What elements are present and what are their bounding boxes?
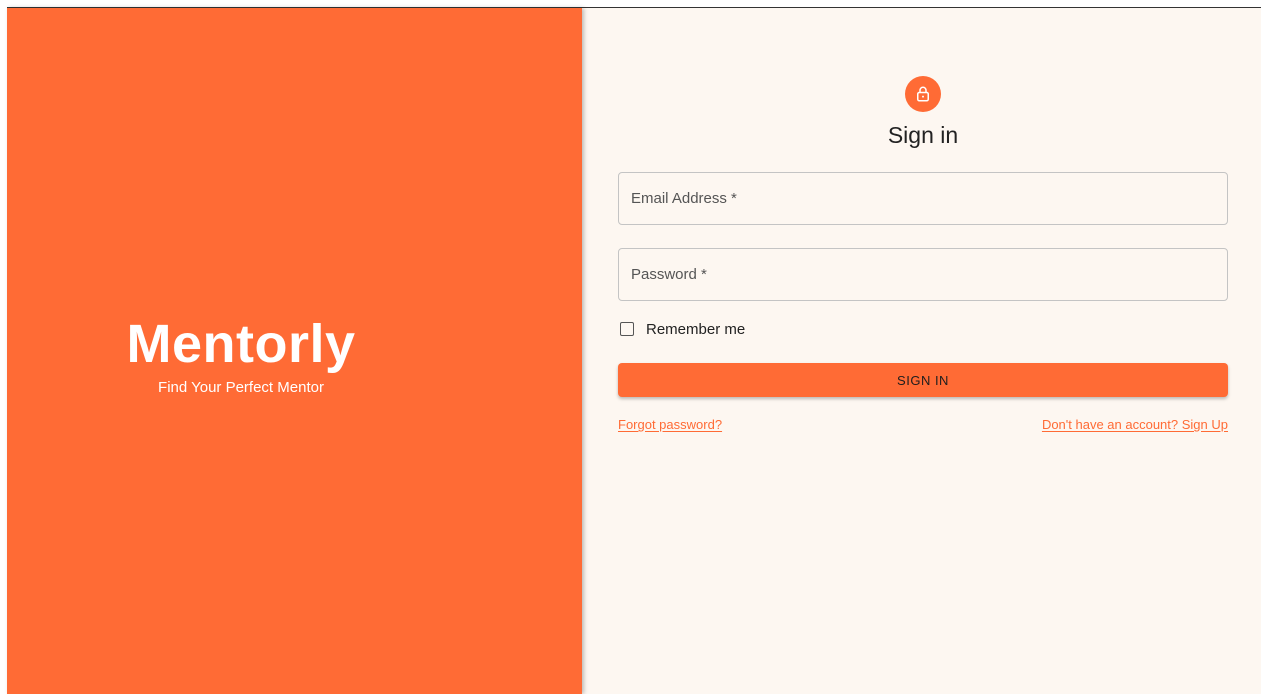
signin-form: Sign in Email Address * Password * Remem…	[618, 76, 1228, 432]
page-title: Sign in	[887, 122, 959, 148]
remember-me-checkbox[interactable]	[620, 322, 634, 336]
password-input[interactable]	[619, 249, 1227, 300]
signin-panel: Sign in Email Address * Password * Remem…	[582, 8, 1261, 694]
sign-up-link[interactable]: Don't have an account? Sign Up	[1042, 417, 1228, 432]
email-field[interactable]: Email Address *	[618, 172, 1228, 225]
remember-me-row[interactable]: Remember me	[618, 319, 1228, 339]
app-frame: Mentorly Find Your Perfect Mentor Sign i…	[7, 7, 1261, 694]
email-input[interactable]	[619, 173, 1227, 224]
brand-logo-text: Mentorly	[126, 314, 356, 374]
sign-in-button[interactable]: SIGN IN	[618, 363, 1228, 397]
brand-tagline: Find Your Perfect Mentor	[158, 379, 324, 396]
brand-panel: Mentorly Find Your Perfect Mentor	[7, 8, 582, 694]
remember-me-label[interactable]: Remember me	[646, 321, 745, 338]
brand-block: Mentorly Find Your Perfect Mentor	[7, 312, 475, 398]
forgot-password-link[interactable]: Forgot password?	[618, 417, 722, 432]
auth-links-row: Forgot password? Don't have an account? …	[618, 417, 1228, 432]
password-field[interactable]: Password *	[618, 248, 1228, 301]
lock-icon	[905, 76, 941, 112]
